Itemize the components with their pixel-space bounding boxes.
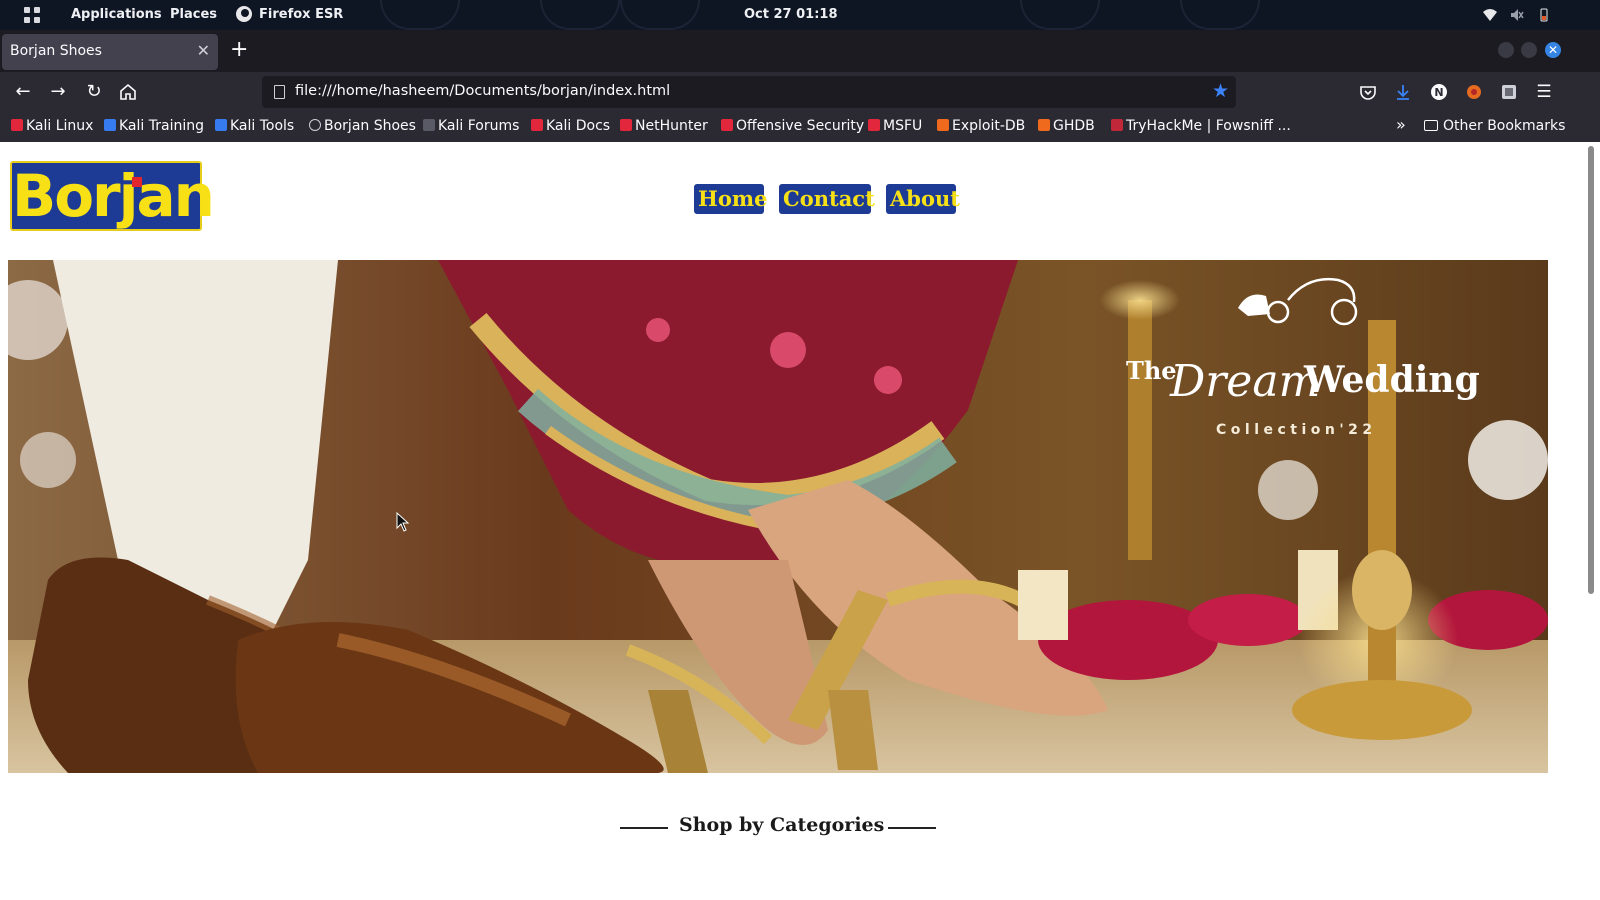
scrollbar-thumb[interactable] — [1588, 146, 1594, 594]
new-tab-button[interactable]: + — [230, 37, 248, 63]
bookmark-kali-tools[interactable]: Kali Tools — [215, 118, 294, 134]
places-menu[interactable]: Places — [170, 7, 217, 22]
heading-rule-right — [888, 827, 936, 829]
menu-hamburger-icon[interactable]: ☰ — [1532, 80, 1556, 104]
exploit-db-icon — [937, 119, 949, 131]
battery-icon[interactable] — [1537, 8, 1551, 22]
clock[interactable]: Oct 27 01:18 — [744, 7, 838, 22]
kali-forums-icon — [423, 119, 435, 131]
wifi-icon[interactable] — [1483, 8, 1497, 22]
web-page: Borjan Home Contact About The Dream Wedd… — [0, 142, 1568, 900]
hero-title-the: The — [1126, 356, 1177, 385]
nav-about[interactable]: About — [886, 184, 960, 214]
url-bar[interactable]: file:///home/hasheem/Documents/borjan/in… — [262, 76, 1236, 108]
offsec-icon — [721, 119, 733, 131]
panel-decoration — [540, 0, 620, 30]
panel-decoration — [1180, 0, 1260, 30]
tryhackme-icon — [1111, 119, 1123, 131]
extension-fox-icon[interactable] — [1465, 83, 1483, 101]
kali-docs-icon — [531, 119, 543, 131]
url-text[interactable]: file:///home/hasheem/Documents/borjan/in… — [295, 83, 670, 99]
mouse-cursor-icon — [396, 512, 410, 532]
hero-subtitle: Collection'22 — [1216, 422, 1377, 438]
pocket-icon[interactable] — [1359, 83, 1377, 101]
globe-icon — [309, 119, 321, 131]
extension-puzzle-icon[interactable] — [1500, 83, 1518, 101]
panel-decoration — [380, 0, 460, 30]
navigation-toolbar: ← → ↻ file:///home/hasheem/Documents/bor… — [0, 72, 1600, 112]
extension-n-icon[interactable]: N — [1430, 83, 1448, 101]
kali-training-icon — [104, 119, 116, 131]
hero-title-dream: Dream — [1170, 356, 1321, 407]
bookmark-borjan-shoes[interactable]: Borjan Shoes — [309, 118, 416, 134]
top-panel: Applications Places Firefox ESR Oct 27 0… — [0, 0, 1600, 30]
bookmark-exploit-db[interactable]: Exploit-DB — [937, 118, 1025, 134]
hero-banner[interactable]: The Dream Wedding Collection'22 — [8, 260, 1548, 773]
bookmarks-overflow-icon[interactable]: » — [1396, 115, 1406, 134]
forward-button[interactable]: → — [46, 80, 70, 104]
nav-contact[interactable]: Contact — [779, 184, 875, 214]
active-app-name[interactable]: Firefox ESR — [259, 7, 343, 22]
other-bookmarks-folder[interactable]: Other Bookmarks — [1424, 118, 1565, 134]
bookmark-tryhackme[interactable]: TryHackMe | Fowsniff ... — [1111, 118, 1291, 134]
bookmark-kali-forums[interactable]: Kali Forums — [423, 118, 519, 134]
bookmark-ghdb[interactable]: GHDB — [1038, 118, 1095, 134]
reload-button[interactable]: ↻ — [82, 80, 106, 104]
firefox-icon — [236, 6, 252, 22]
maximize-button[interactable] — [1521, 42, 1537, 58]
applications-menu[interactable]: Applications — [71, 7, 162, 22]
panel-decoration — [620, 0, 700, 30]
borjan-logo[interactable]: Borjan — [10, 161, 215, 231]
bookmark-kali-linux[interactable]: Kali Linux — [11, 118, 93, 134]
sound-muted-icon[interactable] — [1510, 8, 1524, 22]
bookmark-kali-training[interactable]: Kali Training — [104, 118, 204, 134]
tab-borjan-shoes[interactable]: Borjan Shoes ✕ — [2, 34, 218, 70]
msfu-icon — [868, 119, 880, 131]
bookmark-offensive-security[interactable]: Offensive Security — [721, 118, 864, 134]
hero-title-wedding: Wedding — [1304, 359, 1480, 401]
svg-text:N: N — [1434, 86, 1443, 99]
nav-home[interactable]: Home — [694, 184, 767, 214]
ghdb-icon — [1038, 119, 1050, 131]
back-button[interactable]: ← — [11, 80, 35, 104]
kali-tools-icon — [215, 119, 227, 131]
heading-rule-left — [620, 827, 668, 829]
tab-title: Borjan Shoes — [10, 43, 102, 59]
bookmark-kali-docs[interactable]: Kali Docs — [531, 118, 610, 134]
bookmark-star-icon[interactable]: ★ — [1212, 80, 1229, 102]
bookmark-msfu[interactable]: MSFU — [868, 118, 922, 134]
scrollbar-track[interactable] — [1568, 142, 1600, 900]
home-icon[interactable] — [118, 82, 138, 102]
downloads-icon[interactable] — [1394, 83, 1412, 101]
nethunter-icon — [620, 119, 632, 131]
panel-decoration — [1020, 0, 1100, 30]
bookmark-nethunter[interactable]: NetHunter — [620, 118, 708, 134]
section-heading: Shop by Categories — [620, 814, 936, 840]
logo-text: Borjan — [12, 162, 215, 230]
bookmarks-toolbar: Kali Linux Kali Training Kali Tools Borj… — [0, 112, 1600, 142]
page-icon — [274, 85, 285, 99]
kali-dragon-icon — [11, 119, 23, 131]
window-close-button[interactable]: ✕ — [1545, 42, 1561, 58]
minimize-button[interactable] — [1498, 42, 1514, 58]
app-grid-icon[interactable] — [24, 7, 40, 23]
folder-icon — [1424, 120, 1438, 131]
section-heading-text: Shop by Categories — [679, 814, 885, 836]
logo-dot — [132, 177, 142, 187]
tab-close-icon[interactable]: ✕ — [197, 41, 210, 60]
hero-image — [8, 260, 1548, 773]
